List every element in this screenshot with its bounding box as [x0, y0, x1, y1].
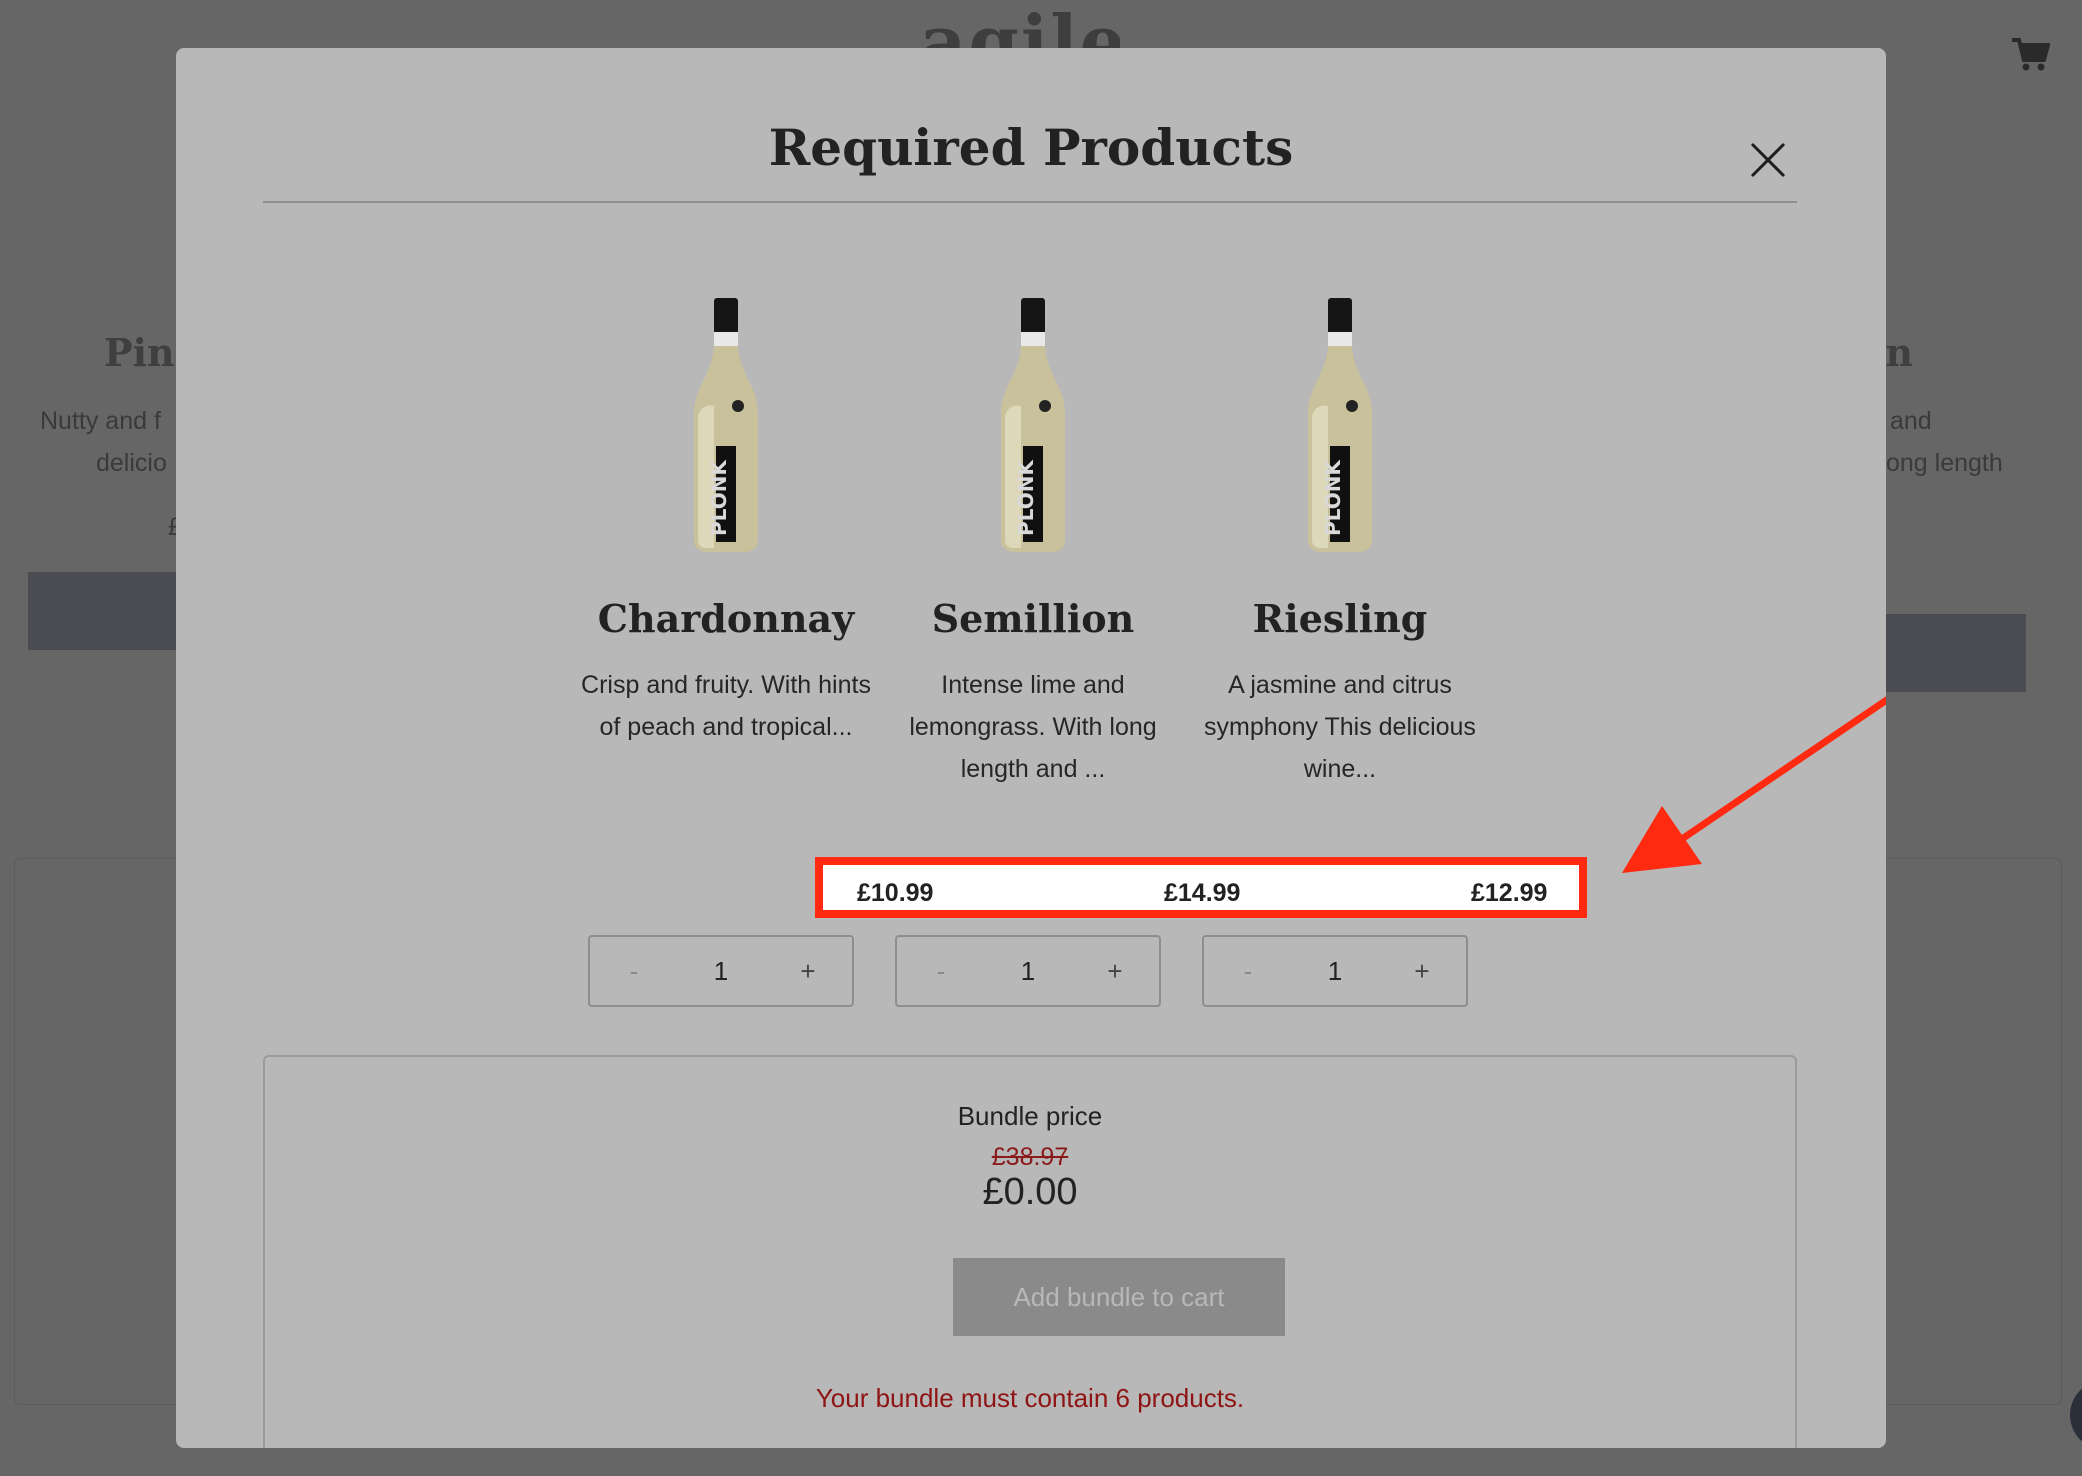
- product-name[interactable]: Semillion: [883, 594, 1183, 644]
- bottle-label-text: PLONK: [707, 459, 731, 536]
- required-products-modal: Required Products PLONK Chardonnay Crisp…: [176, 48, 1886, 1448]
- quantity-stepper-riesling: - 1 +: [1202, 935, 1468, 1007]
- wine-bottle-image[interactable]: PLONK: [676, 296, 776, 556]
- product-price-chardonnay: £10.99: [857, 879, 934, 907]
- quantity-input[interactable]: 1: [988, 956, 1068, 987]
- bg-product-desc-right-2: ong length: [1886, 449, 2003, 477]
- product-description: Intense lime and lemongrass. With long l…: [909, 671, 1157, 783]
- cart-icon[interactable]: [2010, 36, 2050, 72]
- decrease-button[interactable]: -: [1204, 956, 1292, 987]
- bg-product-desc-right-1: and: [1890, 407, 1932, 435]
- close-icon[interactable]: [1746, 138, 1790, 182]
- product-price-riesling: £12.99: [1471, 879, 1548, 907]
- product-description: Crisp and fruity. With hints of peach an…: [581, 671, 871, 741]
- product-name[interactable]: Chardonnay: [576, 594, 876, 644]
- quantity-stepper-chardonnay: - 1 +: [588, 935, 854, 1007]
- bg-product-desc-left-2: delicio: [96, 449, 167, 477]
- quantity-input[interactable]: 1: [681, 956, 761, 987]
- title-divider: [263, 201, 1797, 203]
- bottle-label-text: PLONK: [1014, 459, 1038, 536]
- increase-button[interactable]: +: [1071, 956, 1159, 987]
- increase-button[interactable]: +: [1378, 956, 1466, 987]
- product-card-semillion: PLONK Semillion Intense lime and lemongr…: [883, 296, 1183, 790]
- quantity-stepper-semillion: - 1 +: [895, 935, 1161, 1007]
- bottle-label-text: PLONK: [1321, 459, 1345, 536]
- bg-product-desc-left-1: Nutty and f: [40, 407, 161, 435]
- wine-bottle-image[interactable]: PLONK: [1290, 296, 1390, 556]
- bundle-summary-panel: Bundle price £38.97 £0.00 Add bundle to …: [263, 1055, 1797, 1448]
- annotation-arrow-icon: [1622, 696, 1886, 873]
- product-card-chardonnay: PLONK Chardonnay Crisp and fruity. With …: [576, 296, 876, 790]
- product-name[interactable]: Riesling: [1190, 594, 1490, 644]
- decrease-button[interactable]: -: [590, 956, 678, 987]
- modal-title: Required Products: [768, 118, 1294, 177]
- wine-bottle-image[interactable]: PLONK: [983, 296, 1083, 556]
- bg-panel-right: [1880, 858, 2062, 1405]
- bg-add-button-left[interactable]: [28, 572, 188, 650]
- bundle-price-label: Bundle price: [957, 1101, 1103, 1131]
- bundle-error-message: Your bundle must contain 6 products.: [815, 1383, 1245, 1413]
- bg-add-button-right[interactable]: [1880, 614, 2026, 692]
- add-bundle-to-cart-button[interactable]: Add bundle to cart: [953, 1258, 1285, 1336]
- increase-button[interactable]: +: [764, 956, 852, 987]
- price-highlight-box: £10.99 £14.99 £12.99: [815, 857, 1587, 918]
- product-description: A jasmine and citrus symphony This delic…: [1204, 671, 1476, 783]
- bundle-current-price: £0.00: [982, 1171, 1078, 1213]
- chat-launcher-icon[interactable]: [2070, 1380, 2082, 1450]
- decrease-button[interactable]: -: [897, 956, 985, 987]
- bundle-original-price: £38.97: [991, 1143, 1069, 1171]
- product-price-semillion: £14.99: [1164, 879, 1241, 907]
- quantity-input[interactable]: 1: [1295, 956, 1375, 987]
- product-card-riesling: PLONK Riesling A jasmine and citrus symp…: [1190, 296, 1490, 790]
- store-logo[interactable]: agile: [920, 0, 1120, 55]
